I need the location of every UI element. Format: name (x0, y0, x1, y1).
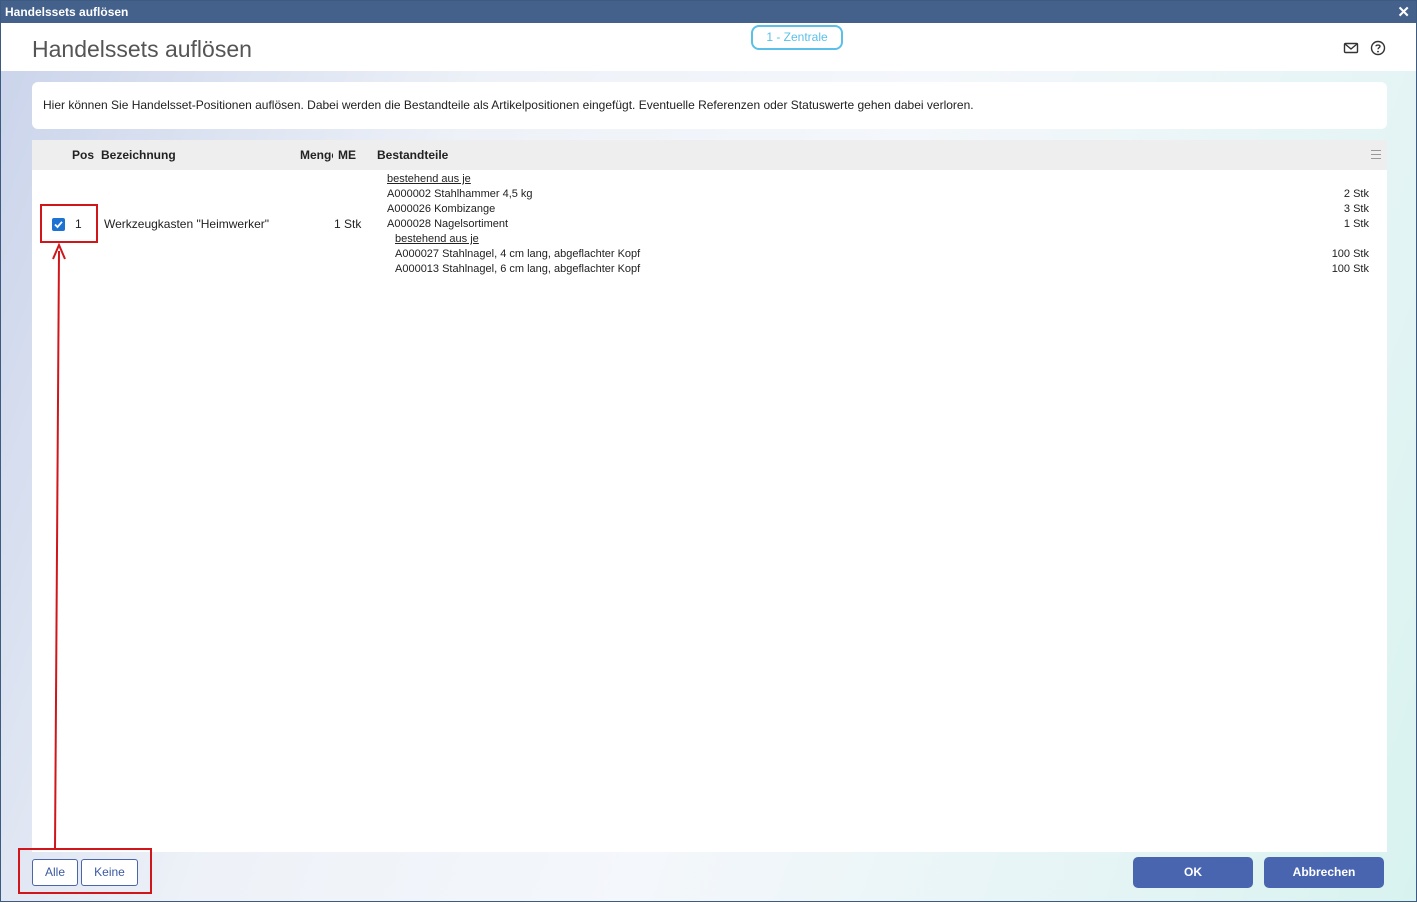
table-header: Pos Bezeichnung Menge ME Bestandteile (32, 140, 1387, 170)
components-header: bestehend aus je (387, 173, 471, 185)
component-qty: 2 Stk (1343, 188, 1369, 200)
info-box: Hier können Sie Handelsset-Positionen au… (32, 82, 1387, 129)
select-none-button[interactable]: Keine (81, 859, 138, 886)
subcomponents-header: bestehend aus je (395, 233, 479, 245)
select-all-button[interactable]: Alle (32, 859, 78, 886)
column-menu-icon[interactable] (1371, 150, 1381, 162)
column-header-pos[interactable]: Pos (72, 148, 94, 162)
subcomponent-name: A000013 Stahlnagel, 6 cm lang, abgeflach… (395, 263, 641, 275)
checkbox-highlight-box (40, 204, 98, 243)
row-bezeichnung: Werkzeugkasten "Heimwerker" (104, 217, 270, 231)
component-name: A000028 Nagelsortiment (387, 218, 509, 230)
subcomponent-name: A000027 Stahlnagel, 4 cm lang, abgeflach… (395, 248, 641, 260)
column-header-bestandteile[interactable]: Bestandteile (377, 148, 448, 162)
ok-button[interactable]: OK (1133, 857, 1253, 888)
dialog-window: Handelssets auflösen ✕ Handelssets auflö… (0, 0, 1417, 902)
info-text: Hier können Sie Handelsset-Positionen au… (43, 98, 974, 112)
column-header-me[interactable]: ME (338, 148, 356, 162)
cancel-button[interactable]: Abbrechen (1264, 857, 1384, 888)
component-qty: 1 Stk (1343, 218, 1369, 230)
column-header-bezeichnung[interactable]: Bezeichnung (101, 148, 176, 162)
component-qty: 3 Stk (1343, 203, 1369, 215)
dialog-header: Handelssets auflösen 1 - Zentrale (1, 23, 1416, 71)
mail-icon[interactable] (1343, 40, 1359, 56)
row-me: Stk (344, 217, 362, 231)
component-name: A000002 Stahlhammer 4,5 kg (387, 188, 533, 200)
help-icon[interactable] (1370, 40, 1386, 56)
row-menge: 1 (334, 217, 341, 231)
subcomponent-qty: 100 Stk (1331, 248, 1369, 260)
subcomponent-qty: 100 Stk (1331, 263, 1369, 275)
branch-badge[interactable]: 1 - Zentrale (751, 25, 843, 50)
close-icon[interactable]: ✕ (1397, 3, 1410, 21)
window-title: Handelssets auflösen (5, 5, 129, 19)
column-header-menge[interactable]: Menge (300, 148, 333, 162)
sets-table: Pos Bezeichnung Menge ME Bestandteile 1 … (32, 140, 1387, 852)
title-bar: Handelssets auflösen ✕ (1, 1, 1416, 23)
component-name: A000026 Kombizange (387, 203, 496, 215)
page-title: Handelssets auflösen (32, 36, 252, 62)
